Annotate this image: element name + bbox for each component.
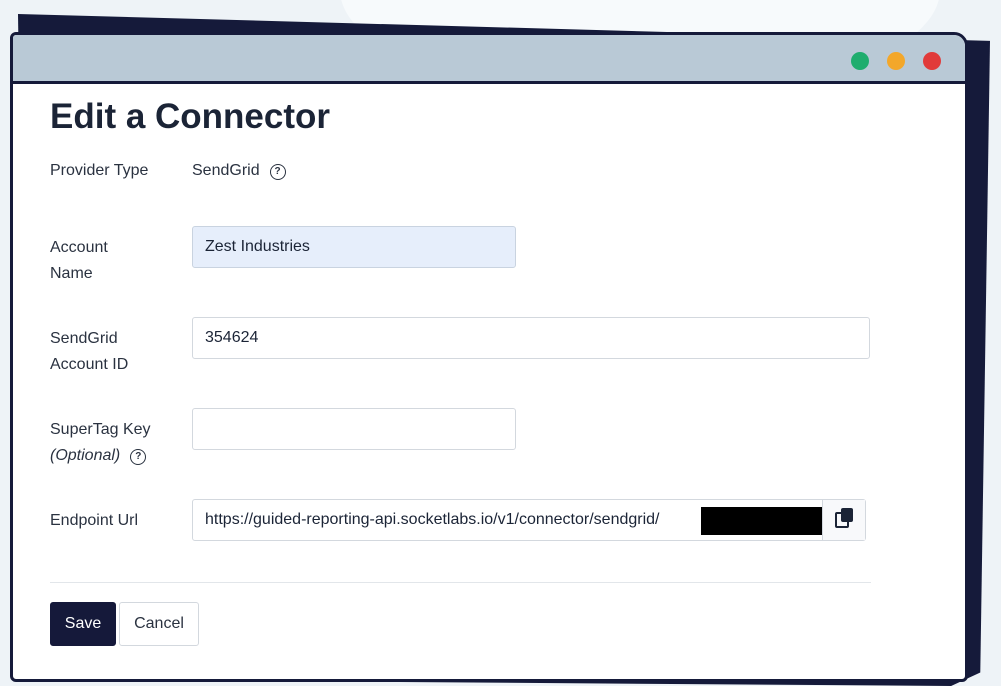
- optional-label: (Optional): [50, 447, 121, 464]
- supertag-key-label-line2: (Optional)?: [50, 443, 170, 469]
- sendgrid-account-id-label-line2: Account ID: [50, 356, 129, 373]
- sendgrid-account-id-input[interactable]: 354624: [192, 317, 870, 359]
- provider-type-value: SendGrid?: [192, 162, 286, 180]
- sendgrid-account-id-label-line1: SendGrid: [50, 330, 118, 347]
- endpoint-url-input[interactable]: https://guided-reporting-api.socketlabs.…: [205, 500, 659, 540]
- supertag-key-label: SuperTag Key (Optional)?: [50, 417, 170, 469]
- edit-connector-form: Edit a Connector Provider Type SendGrid?…: [50, 93, 965, 679]
- app-window: Edit a Connector Provider Type SendGrid?…: [10, 32, 968, 682]
- account-name-label: Account Name: [50, 235, 170, 287]
- window-yellow-dot[interactable]: [887, 52, 905, 70]
- page-title: Edit a Connector: [50, 97, 331, 136]
- supertag-key-input[interactable]: [192, 408, 516, 450]
- endpoint-url-group: https://guided-reporting-api.socketlabs.…: [192, 499, 866, 541]
- question-circle-icon[interactable]: ?: [269, 164, 286, 180]
- provider-type-text: SendGrid: [192, 162, 260, 179]
- account-name-input[interactable]: Zest Industries: [192, 226, 516, 268]
- window-titlebar: [13, 35, 965, 84]
- form-divider: [50, 582, 871, 583]
- endpoint-url-label: Endpoint Url: [50, 512, 139, 529]
- window-red-dot[interactable]: [923, 52, 941, 70]
- cancel-button[interactable]: Cancel: [119, 602, 199, 646]
- sendgrid-account-id-label: SendGrid Account ID: [50, 326, 170, 378]
- copy-url-button[interactable]: [822, 500, 865, 540]
- account-name-label-line1: Account: [50, 239, 108, 256]
- account-name-label-line2: Name: [50, 265, 93, 282]
- window-green-dot[interactable]: [851, 52, 869, 70]
- supertag-key-label-line1: SuperTag Key: [50, 421, 151, 438]
- save-button[interactable]: Save: [50, 602, 116, 646]
- provider-type-label: Provider Type: [50, 162, 149, 179]
- redaction-box: [701, 507, 826, 535]
- question-circle-icon[interactable]: ?: [130, 449, 147, 465]
